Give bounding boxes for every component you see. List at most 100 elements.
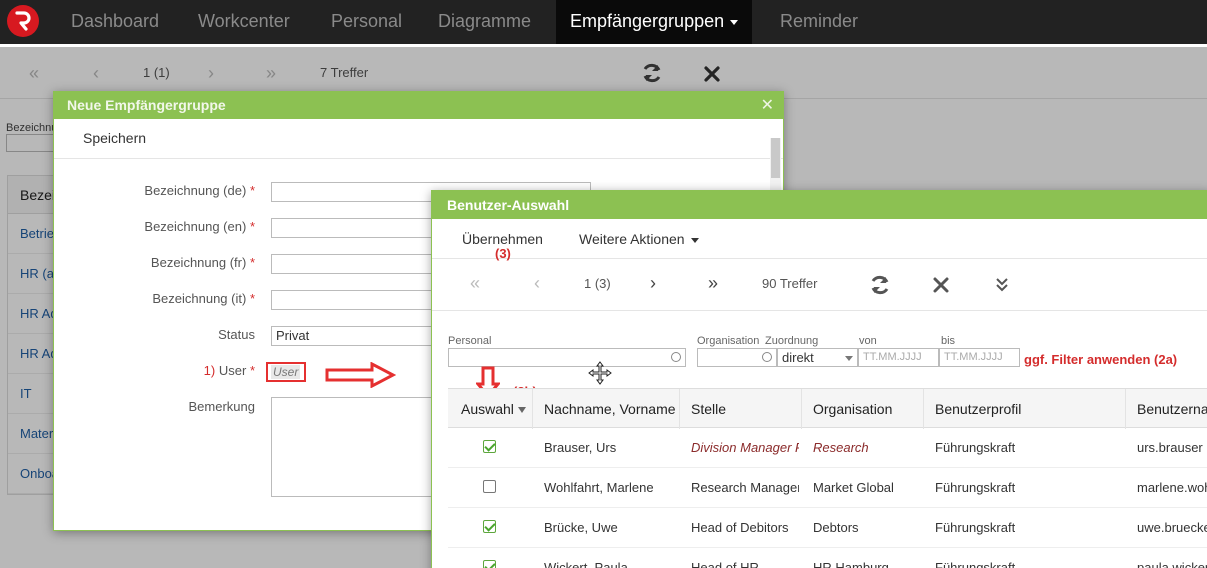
dialog-toolbar: Speichern (54, 119, 783, 159)
cell-username: urs.brauser (1137, 440, 1203, 455)
cell-name: Wickert, Paula (544, 560, 628, 568)
refresh-icon[interactable] (869, 274, 891, 296)
assign-select-value: direkt (782, 350, 814, 365)
remark-label: Bemerkung (188, 399, 255, 414)
cell-profile: Führungskraft (935, 520, 1016, 535)
name-fr-label-text: Bezeichnung (fr) (150, 255, 247, 270)
column-divider (923, 389, 924, 429)
cell-organisation: Market Global (813, 480, 894, 495)
user-label: 1) User * (204, 363, 255, 378)
apply-button[interactable]: Übernehmen (462, 231, 543, 247)
column-divider (679, 389, 680, 429)
user-table: Auswahl Nachname, Vorname Stelle Organis… (448, 388, 1207, 568)
row-checkbox[interactable] (483, 480, 496, 493)
column-divider (801, 389, 802, 429)
annotation-arrow-right-icon (325, 362, 396, 388)
last-page-icon[interactable]: » (708, 273, 718, 294)
chevron-down-icon (845, 356, 853, 361)
personal-filter-input[interactable] (448, 348, 686, 367)
cell-organisation: Research (813, 440, 869, 455)
row-checkbox[interactable] (483, 560, 496, 568)
hit-count: 90 Treffer (762, 276, 818, 291)
required-mark: * (249, 363, 255, 378)
user-selection-dialog: Benutzer-Auswahl Übernehmen Weitere Akti… (431, 190, 1207, 568)
more-actions-label: Weitere Aktionen (579, 231, 685, 247)
sort-desc-icon (517, 407, 526, 414)
name-en-label: Bezeichnung (en) * (144, 219, 255, 234)
dialog-title: Benutzer-Auswahl (432, 191, 1207, 219)
nav-reminder[interactable]: Reminder (780, 0, 858, 44)
column-header-organisation[interactable]: Organisation (813, 401, 892, 417)
table-row[interactable]: Brücke, Uwe Head of Debitors Debtors Füh… (448, 508, 1207, 548)
required-mark: * (249, 255, 255, 270)
table-row[interactable]: Wickert, Paula Head of HR HR Hamburg Füh… (448, 548, 1207, 568)
cell-profile: Führungskraft (935, 440, 1016, 455)
dialog-pager: « ‹ 1 (3) › » 90 Treffer (432, 259, 1207, 311)
cell-position: Head of Debitors (691, 520, 789, 535)
close-icon[interactable]: ✕ (761, 95, 774, 115)
to-date-input[interactable]: TT.MM.JJJJ (939, 348, 1020, 367)
nav-workcenter[interactable]: Workcenter (198, 0, 290, 44)
required-mark: * (249, 291, 255, 306)
to-date-label: bis (941, 335, 956, 347)
cell-name: Wohlfahrt, Marlene (544, 480, 654, 495)
org-filter-input[interactable] (697, 348, 777, 367)
nav-empfaengergruppen[interactable]: Empfängergruppen (556, 0, 753, 44)
app-logo[interactable] (7, 5, 39, 37)
row-checkbox[interactable] (483, 440, 496, 453)
cell-position: Division Manager R&D (691, 440, 799, 455)
name-de-label: Bezeichnung (de) * (144, 183, 255, 198)
column-divider (1125, 389, 1126, 429)
scrollbar-thumb[interactable] (771, 138, 780, 178)
table-header: Auswahl Nachname, Vorname Stelle Organis… (448, 388, 1207, 429)
cell-name: Brücke, Uwe (544, 520, 618, 535)
search-icon (762, 352, 772, 362)
required-mark: * (249, 183, 255, 198)
column-header-profile[interactable]: Benutzerprofil (935, 401, 1021, 417)
cell-position: Research Manager (691, 480, 799, 495)
column-header-name[interactable]: Nachname, Vorname (544, 401, 676, 417)
from-date-input[interactable]: TT.MM.JJJJ (858, 348, 939, 367)
cell-profile: Führungskraft (935, 480, 1016, 495)
next-page-icon[interactable]: › (650, 273, 656, 294)
chevron-down-icon (730, 19, 739, 25)
nav-personal[interactable]: Personal (331, 0, 402, 44)
save-button[interactable]: Speichern (83, 130, 146, 146)
cell-username: marlene.wohlfahrt (1137, 480, 1207, 495)
more-actions-button[interactable]: Weitere Aktionen (579, 231, 699, 247)
personal-filter-label: Personal (448, 335, 492, 347)
name-en-label-text: Bezeichnung (en) (144, 219, 247, 234)
cell-organisation: HR Hamburg (813, 560, 889, 568)
cell-username: paula.wickert (1137, 560, 1207, 568)
page-indicator: 1 (3) (584, 276, 611, 291)
user-lookup-value: User (271, 365, 301, 379)
column-header-username[interactable]: Benutzername (1137, 401, 1207, 417)
column-header-position[interactable]: Stelle (691, 401, 726, 417)
table-row[interactable]: Brauser, Urs Division Manager R&D Resear… (448, 428, 1207, 468)
chevron-down-icon (690, 237, 699, 243)
user-lookup-field[interactable]: User (266, 362, 306, 382)
top-navbar: Dashboard Workcenter Personal Diagramme … (0, 0, 1207, 44)
status-label: Status (218, 327, 255, 342)
user-annotation: 1) (203, 363, 216, 378)
row-checkbox[interactable] (483, 520, 496, 533)
name-de-label-text: Bezeichnung (de) (144, 183, 247, 198)
column-header-select[interactable]: Auswahl (461, 401, 526, 417)
double-chevron-down-icon[interactable] (994, 276, 1010, 292)
assign-filter-label: Zuordnung (765, 335, 819, 347)
dialog-title: Neue Empfängergruppe (67, 97, 226, 113)
assign-select[interactable]: direkt (777, 348, 858, 367)
dialog-title-bar: Neue Empfängergruppe ✕ (54, 92, 783, 119)
from-date-label: von (859, 335, 877, 347)
table-row[interactable]: Wohlfahrt, Marlene Research Manager Mark… (448, 468, 1207, 508)
name-fr-label: Bezeichnung (fr) * (151, 255, 255, 270)
prev-page-icon[interactable]: ‹ (534, 273, 540, 294)
first-page-icon[interactable]: « (470, 273, 480, 294)
dialog-toolbar: Übernehmen Weitere Aktionen (432, 219, 1207, 259)
cell-name: Brauser, Urs (544, 440, 617, 455)
clear-icon[interactable] (932, 276, 950, 294)
nav-diagramme[interactable]: Diagramme (438, 0, 531, 44)
name-it-label: Bezeichnung (it) * (152, 291, 255, 306)
filter-hint-annotation: ggf. Filter anwenden (2a) (1024, 352, 1178, 367)
nav-dashboard[interactable]: Dashboard (71, 0, 159, 44)
